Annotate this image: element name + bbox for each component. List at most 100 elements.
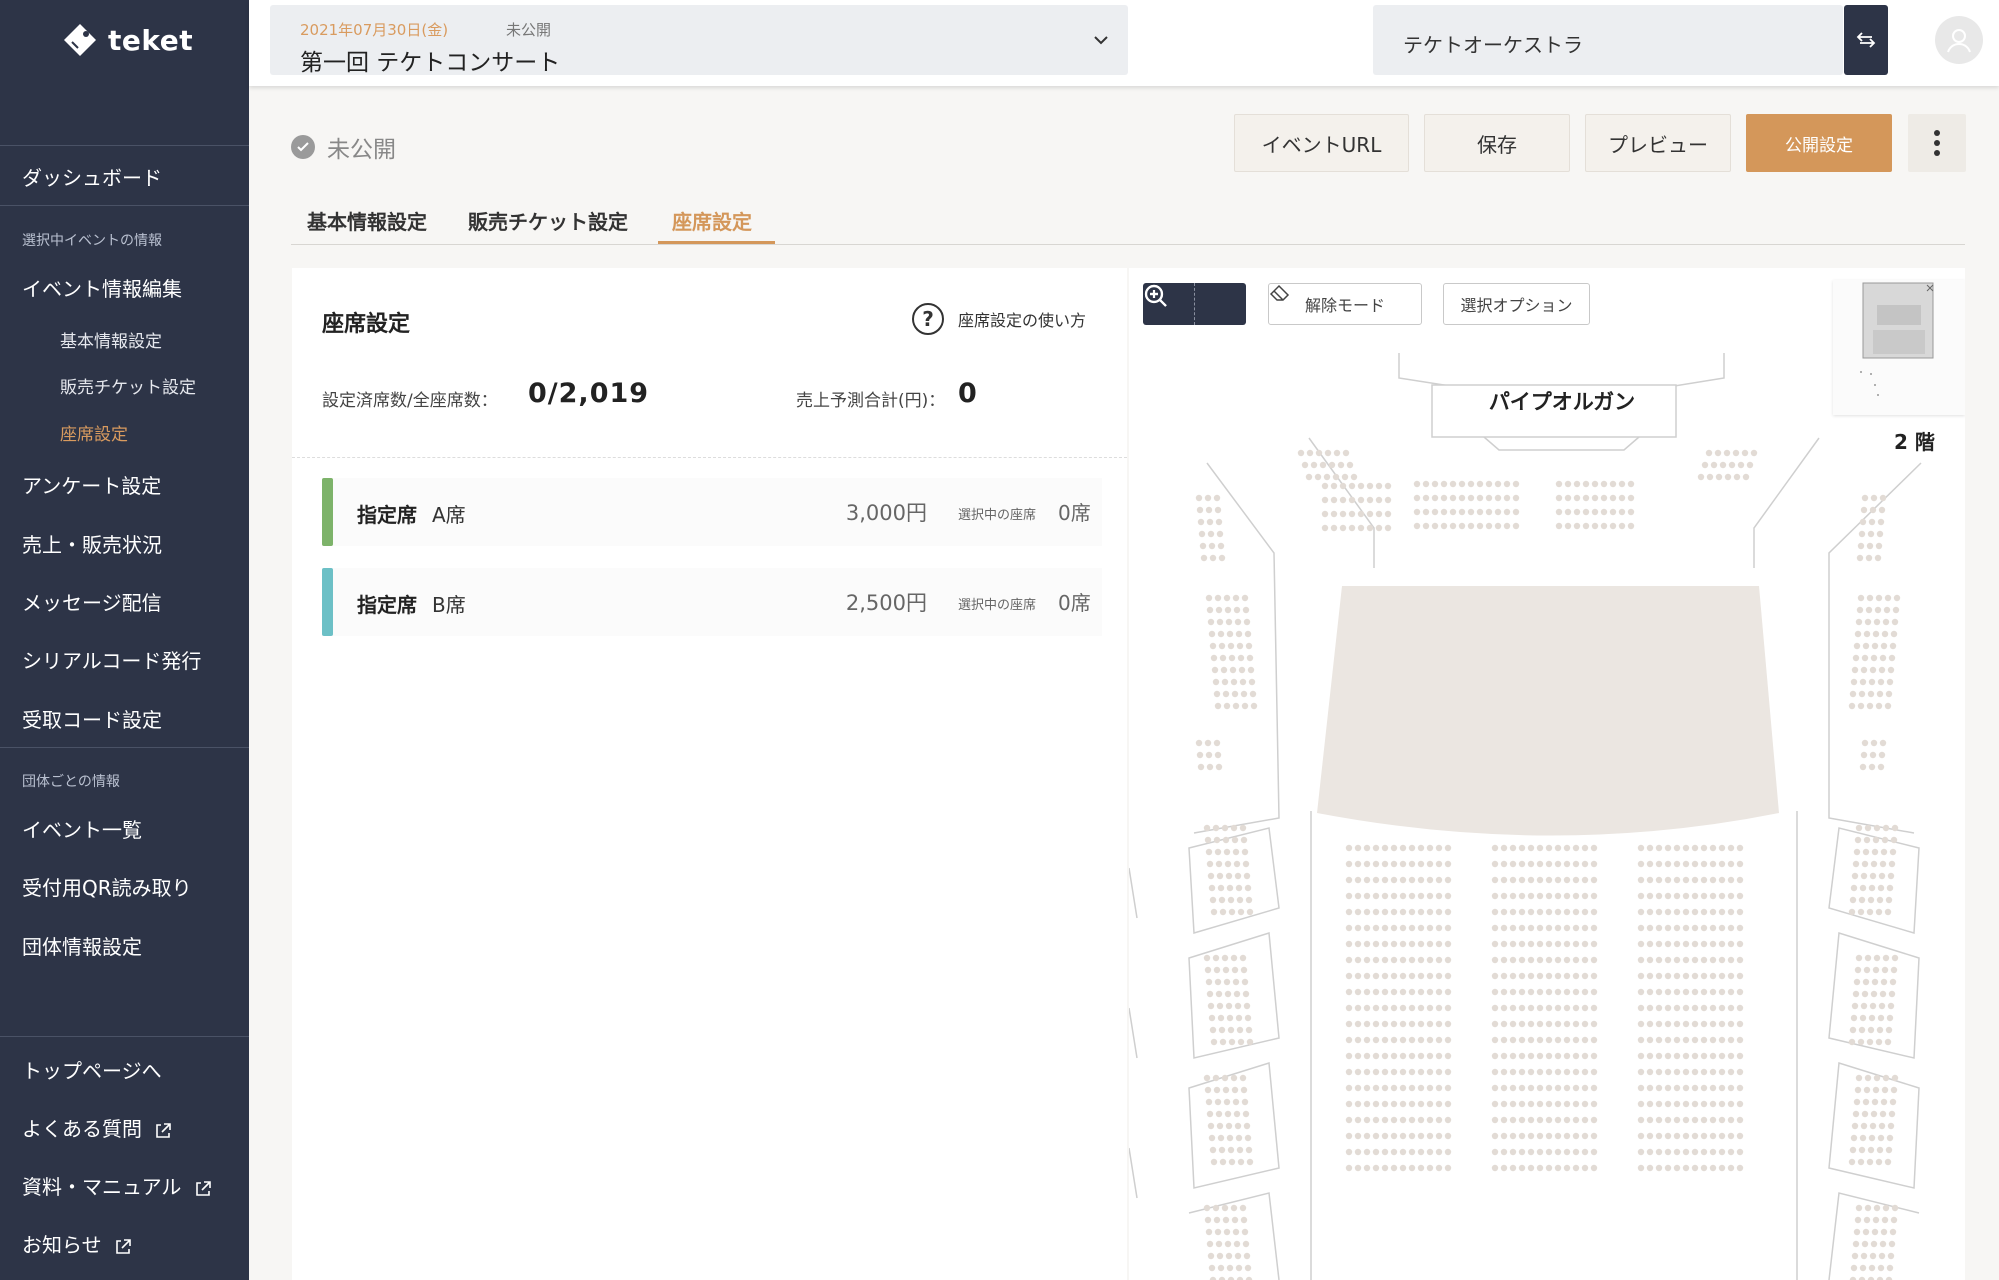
seat-dot: [1399, 1084, 1407, 1092]
seat-map-canvas[interactable]: [1129, 268, 1965, 1280]
seat-dot: [1408, 1004, 1416, 1012]
seat-dot: [1467, 494, 1475, 502]
seat-dot: [1226, 884, 1234, 892]
seat-type-row[interactable]: 指定席 B席 2,500円 選択中の座席 0席: [322, 568, 1102, 636]
seat-dot: [1664, 1164, 1672, 1172]
seat-dot: [1646, 908, 1654, 916]
seat-dot: [1242, 606, 1250, 614]
seat-dot: [1554, 1068, 1562, 1076]
sidebar-item-ticket-settings[interactable]: 販売チケット設定: [60, 373, 196, 398]
minimap[interactable]: [1833, 280, 1965, 415]
seat-dot: [1384, 524, 1392, 532]
event-selector[interactable]: 2021年07月30日(金) 未公開 第一回 テケトコンサート: [270, 5, 1128, 76]
sidebar-item-message[interactable]: メッセージ配信: [22, 587, 162, 616]
tab-seat[interactable]: 座席設定: [672, 206, 752, 235]
seat-dot: [1246, 654, 1254, 662]
sidebar-item-serial-code[interactable]: シリアルコード発行: [22, 645, 201, 674]
seat-dot: [1655, 956, 1663, 964]
sidebar-item-top-page[interactable]: トップページへ: [22, 1055, 162, 1084]
seat-dot: [1435, 1020, 1443, 1028]
seat-dot: [1390, 1132, 1398, 1140]
seat-dot: [1399, 972, 1407, 980]
seat-dot: [1372, 844, 1380, 852]
seat-dot: [1518, 1052, 1526, 1060]
seat-dot: [1213, 966, 1221, 974]
logo[interactable]: teket: [62, 22, 193, 58]
switch-organization-button[interactable]: [1844, 5, 1888, 75]
seat-dot: [1673, 924, 1681, 932]
seat-type-row[interactable]: 指定席 A席 3,000円 選択中の座席 0席: [322, 478, 1102, 546]
revenue-label: 売上予測合計(円)：: [796, 391, 946, 411]
select-option-button[interactable]: 選択オプション: [1443, 283, 1590, 325]
publish-settings-button[interactable]: 公開設定: [1746, 114, 1892, 172]
seat-dot: [1882, 1074, 1890, 1082]
seat-dot: [1848, 1158, 1856, 1166]
sidebar-item-seat-settings[interactable]: 座席設定: [60, 420, 128, 445]
seat-dot: [1700, 924, 1708, 932]
seat-dot: [1500, 1148, 1508, 1156]
seat-dot: [1215, 518, 1223, 526]
seat-dot: [1655, 908, 1663, 916]
seat-dot: [1203, 1074, 1211, 1082]
seat-dot: [1700, 1004, 1708, 1012]
tab-ticket[interactable]: 販売チケット設定: [468, 206, 628, 235]
seat-dot: [1417, 1100, 1425, 1108]
external-link-icon: [116, 1238, 131, 1254]
seat-dot: [1869, 1002, 1877, 1010]
preview-button[interactable]: プレビュー: [1585, 114, 1731, 172]
seat-dot: [1554, 940, 1562, 948]
seat-dot: [1509, 876, 1517, 884]
seat-dot: [1581, 1036, 1589, 1044]
seat-dot: [1345, 1036, 1353, 1044]
seat-dot: [1876, 1146, 1884, 1154]
release-mode-button[interactable]: 解除モード: [1268, 283, 1422, 325]
seat-dot: [1206, 518, 1214, 526]
seat-dot: [1718, 860, 1726, 868]
seat-dot: [1664, 876, 1672, 884]
seat-dot: [1223, 1228, 1231, 1236]
event-url-button[interactable]: イベントURL: [1234, 114, 1409, 172]
seat-dot: [1444, 940, 1452, 948]
seat-dot: [1664, 924, 1672, 932]
seat-dot: [1408, 1116, 1416, 1124]
seat-dot: [1363, 892, 1371, 900]
seat-dot: [1664, 892, 1672, 900]
sidebar-item-dashboard[interactable]: ダッシュボード: [22, 162, 162, 191]
seat-dot: [1873, 824, 1881, 832]
sidebar-item-basic-settings[interactable]: 基本情報設定: [60, 327, 162, 352]
seat-dot: [1518, 988, 1526, 996]
seat-dot: [1869, 666, 1877, 674]
seat-dot: [1609, 508, 1617, 516]
sidebar-item-news[interactable]: お知らせ: [22, 1229, 132, 1258]
seat-dot: [1860, 506, 1868, 514]
seat-dot: [1216, 618, 1224, 626]
seat-dot: [1491, 1132, 1499, 1140]
tab-basic-info[interactable]: 基本情報設定: [307, 206, 427, 235]
sidebar-item-sales[interactable]: 売上・販売状況: [22, 529, 162, 558]
sidebar-item-group-settings[interactable]: 団体情報設定: [22, 931, 142, 960]
seat-dot: [1235, 884, 1243, 892]
seat-dot: [1572, 844, 1580, 852]
zoom-out-button[interactable]: [1144, 283, 1246, 325]
seat-dot: [1363, 1116, 1371, 1124]
avatar[interactable]: [1935, 16, 1983, 64]
sidebar-item-event-list[interactable]: イベント一覧: [22, 814, 142, 843]
more-menu-button[interactable]: [1908, 114, 1966, 172]
sidebar-item-survey[interactable]: アンケート設定: [22, 470, 161, 499]
sidebar-item-qr-reader[interactable]: 受付用QR読み取り: [22, 872, 192, 901]
seat-dot: [1527, 908, 1535, 916]
help-link[interactable]: ? 座席設定の使い方: [912, 303, 1086, 335]
save-button[interactable]: 保存: [1424, 114, 1570, 172]
sidebar-item-event-edit[interactable]: イベント情報編集: [22, 273, 182, 302]
seat-dot: [1500, 1052, 1508, 1060]
seat-map[interactable]: パイプオルガン 解除モード 選択オプション 2 階: [1129, 268, 1965, 1280]
seat-dot: [1673, 876, 1681, 884]
seat-dot: [1727, 988, 1735, 996]
organization-selector[interactable]: テケトオーケストラ: [1373, 5, 1843, 75]
sidebar-item-manual[interactable]: 資料・マニュアル: [22, 1171, 212, 1200]
sidebar-item-receive-code[interactable]: 受取コード設定: [22, 704, 162, 733]
seat-dot: [1700, 844, 1708, 852]
seat-dot: [1718, 1020, 1726, 1028]
seat-dot: [1204, 1216, 1212, 1224]
sidebar-item-faq[interactable]: よくある質問: [22, 1113, 172, 1142]
